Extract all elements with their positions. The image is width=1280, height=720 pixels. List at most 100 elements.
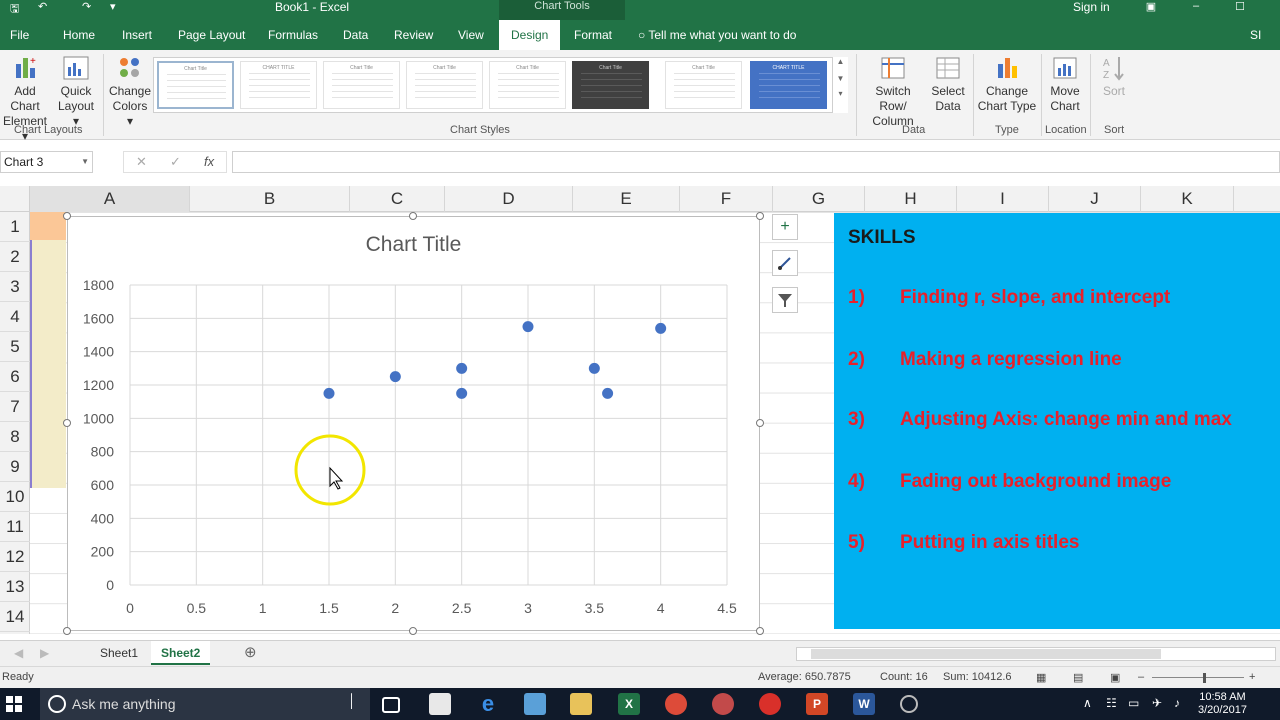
quick-layout-button[interactable]: Quick Layout ▾ bbox=[56, 54, 96, 129]
chart-style-5[interactable]: Chart Title bbox=[489, 61, 566, 109]
new-sheet-plus-icon[interactable]: ⊕ bbox=[244, 641, 257, 665]
resize-handle[interactable] bbox=[409, 212, 417, 220]
task-view-icon[interactable] bbox=[382, 697, 400, 713]
move-chart-button[interactable]: Move Chart bbox=[1044, 54, 1086, 114]
row-header[interactable]: 5 bbox=[0, 332, 30, 362]
cell-a1[interactable] bbox=[30, 212, 66, 240]
recording-app-icon[interactable] bbox=[900, 695, 918, 713]
zoom-slider[interactable] bbox=[1152, 677, 1244, 678]
chevron-down-icon[interactable]: ▼ bbox=[81, 152, 89, 172]
file-explorer-icon[interactable] bbox=[570, 693, 592, 715]
undo-icon[interactable]: ↶ bbox=[38, 0, 47, 16]
column-header-c[interactable]: C bbox=[350, 186, 445, 212]
resize-handle[interactable] bbox=[63, 212, 71, 220]
zoom-out-icon[interactable]: – bbox=[1138, 671, 1144, 683]
page-break-view-icon[interactable]: ▣ bbox=[1110, 671, 1120, 684]
remote-desktop-icon[interactable] bbox=[524, 693, 546, 715]
page-layout-view-icon[interactable]: ▤ bbox=[1073, 671, 1083, 684]
save-icon[interactable]: 🖫 bbox=[10, 0, 19, 16]
insert-function-icon[interactable]: fx bbox=[204, 154, 214, 169]
column-header-i[interactable]: I bbox=[957, 186, 1049, 212]
sign-in-link[interactable]: Sign in bbox=[1073, 0, 1110, 14]
volume-icon[interactable]: ♪ bbox=[1174, 696, 1180, 710]
resize-handle[interactable] bbox=[63, 419, 71, 427]
chart-style-1[interactable]: Chart Title bbox=[157, 61, 234, 109]
zoom-in-icon[interactable]: + bbox=[1249, 671, 1255, 683]
formula-input[interactable] bbox=[232, 151, 1280, 173]
row-header[interactable]: 11 bbox=[0, 512, 30, 542]
next-sheet-icon[interactable]: ▶ bbox=[40, 641, 49, 665]
chart-filters-funnel-icon[interactable] bbox=[772, 287, 798, 313]
mail-icon[interactable] bbox=[759, 693, 781, 715]
gallery-more-icon[interactable]: ▾ bbox=[833, 89, 848, 98]
prev-sheet-icon[interactable]: ◀ bbox=[14, 641, 23, 665]
column-header-d[interactable]: D bbox=[445, 186, 573, 212]
gallery-scroller[interactable]: ▲ ▼ ▾ bbox=[832, 57, 848, 113]
cortana-search-box[interactable]: Ask me anything bbox=[40, 688, 370, 720]
scatter-chart[interactable]: Chart Title 0 200 400 600 800 1000 1200 1400 160… bbox=[67, 216, 760, 631]
zoom-slider-thumb[interactable] bbox=[1203, 673, 1206, 683]
tab-data[interactable]: Data bbox=[343, 20, 368, 50]
tab-design[interactable]: Design bbox=[499, 20, 561, 50]
word-app-icon[interactable]: W bbox=[853, 693, 875, 715]
column-header-k[interactable]: K bbox=[1141, 186, 1234, 212]
resize-handle[interactable] bbox=[756, 212, 764, 220]
sheet-tab-sheet2[interactable]: Sheet2 bbox=[151, 641, 211, 665]
column-header-b[interactable]: B bbox=[190, 186, 350, 212]
powerpoint-app-icon[interactable]: P bbox=[806, 693, 828, 715]
system-clock[interactable]: 10:58 AM 3/20/2017 bbox=[1198, 691, 1247, 717]
row-header[interactable]: 13 bbox=[0, 572, 30, 602]
account-initials[interactable]: SI bbox=[1250, 20, 1261, 50]
chart-elements-plus-icon[interactable]: + bbox=[772, 214, 798, 240]
change-chart-type-button[interactable]: Change Chart Type bbox=[976, 54, 1038, 114]
row-header[interactable]: 10 bbox=[0, 482, 30, 512]
battery-icon[interactable]: ▭ bbox=[1128, 696, 1139, 710]
redo-icon[interactable]: ↷ bbox=[82, 0, 91, 16]
row-header[interactable]: 12 bbox=[0, 542, 30, 572]
store-icon[interactable] bbox=[429, 693, 451, 715]
row-header[interactable]: 6 bbox=[0, 362, 30, 392]
resize-handle[interactable] bbox=[63, 627, 71, 635]
chart-style-8[interactable]: CHART TITLE bbox=[750, 61, 827, 109]
excel-app-icon[interactable]: X bbox=[618, 693, 640, 715]
chrome-icon[interactable] bbox=[665, 693, 687, 715]
chart-style-6[interactable]: Chart Title bbox=[572, 61, 649, 109]
row-header[interactable]: 9 bbox=[0, 452, 30, 482]
tab-page-layout[interactable]: Page Layout bbox=[178, 20, 245, 50]
minimize-icon[interactable]: – bbox=[1186, 0, 1206, 16]
tab-home[interactable]: Home bbox=[63, 20, 95, 50]
chart-style-4[interactable]: Chart Title bbox=[406, 61, 483, 109]
scrollbar-thumb[interactable] bbox=[811, 649, 1161, 659]
chart-style-7[interactable]: Chart Title bbox=[665, 61, 742, 109]
edge-browser-icon[interactable]: e bbox=[477, 693, 499, 715]
selected-range-column-a[interactable] bbox=[30, 212, 66, 488]
row-header[interactable]: 8 bbox=[0, 422, 30, 452]
chart-style-2[interactable]: CHART TITLE bbox=[240, 61, 317, 109]
sort-button[interactable]: AZ Sort bbox=[1096, 54, 1132, 99]
sheet-tab-sheet1[interactable]: Sheet1 bbox=[100, 641, 138, 665]
enter-icon[interactable]: ✓ bbox=[170, 154, 181, 170]
row-header[interactable]: 2 bbox=[0, 242, 30, 272]
row-header[interactable]: 14 bbox=[0, 602, 30, 632]
row-header[interactable]: 3 bbox=[0, 272, 30, 302]
row-header[interactable]: 1 bbox=[0, 212, 30, 242]
tab-view[interactable]: View bbox=[458, 20, 484, 50]
maximize-icon[interactable]: ☐ bbox=[1230, 0, 1250, 16]
tab-file[interactable]: File bbox=[10, 20, 29, 50]
column-header-h[interactable]: H bbox=[865, 186, 957, 212]
windows-start-icon[interactable] bbox=[6, 696, 22, 712]
select-all-corner[interactable] bbox=[0, 186, 30, 212]
name-box[interactable]: Chart 3 ▼ bbox=[0, 151, 93, 173]
tab-review[interactable]: Review bbox=[394, 20, 433, 50]
row-header[interactable]: 4 bbox=[0, 302, 30, 332]
resize-handle[interactable] bbox=[756, 627, 764, 635]
column-header-e[interactable]: E bbox=[573, 186, 680, 212]
switch-row-column-button[interactable]: Switch Row/ Column bbox=[860, 54, 926, 129]
select-data-button[interactable]: Select Data bbox=[928, 54, 968, 114]
network-icon[interactable]: ☷ bbox=[1106, 696, 1117, 710]
column-header-a[interactable]: A bbox=[30, 186, 190, 212]
row-header[interactable]: 7 bbox=[0, 392, 30, 422]
snipping-tool-icon[interactable] bbox=[712, 693, 734, 715]
tab-insert[interactable]: Insert bbox=[122, 20, 152, 50]
column-header-f[interactable]: F bbox=[680, 186, 773, 212]
